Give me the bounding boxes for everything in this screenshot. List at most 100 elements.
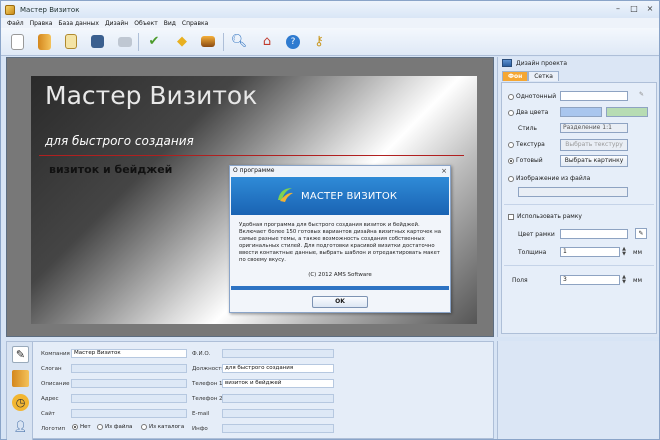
tab-background[interactable]: Фон: [502, 71, 529, 81]
company-input[interactable]: Мастер Визиток: [71, 349, 187, 358]
frame-color-field[interactable]: [560, 229, 628, 239]
dialog-close-button[interactable]: ×: [441, 166, 447, 176]
logo-catalog-radio[interactable]: [141, 424, 147, 430]
thickness-spinner[interactable]: ▲ ▼: [620, 247, 628, 257]
fio-input[interactable]: [222, 349, 334, 358]
logo-file-radio[interactable]: [97, 424, 103, 430]
phone1-input[interactable]: визиток и бейджей: [222, 379, 334, 388]
key-icon[interactable]: ⚷: [310, 33, 328, 51]
info-input[interactable]: [222, 424, 334, 433]
choose-texture-button[interactable]: Выбрать текстуру: [560, 139, 628, 151]
position-input[interactable]: для быстрого создания: [222, 364, 334, 373]
color-b-swatch[interactable]: [606, 107, 648, 117]
logo-file-option[interactable]: Из файла: [97, 424, 132, 430]
save-icon[interactable]: [91, 35, 104, 48]
background-settings: Однотонный ✎ Два цвета Стиль Разделение …: [501, 82, 657, 334]
card-subtitle-2[interactable]: визиток и бейджей: [49, 163, 172, 176]
texture-label: Текстура: [516, 141, 545, 148]
image-file-label: Изображение из файла: [516, 175, 591, 182]
image-icon[interactable]: [201, 36, 215, 47]
menu-edit[interactable]: Правка: [30, 20, 53, 27]
frame-color-pick-icon[interactable]: ✎: [635, 228, 647, 239]
description-input[interactable]: [71, 379, 187, 388]
contact-fields-panel: ✎ ◷ 👤︎ Компания Мастер Визиток Слоган Оп…: [6, 341, 494, 440]
dialog-banner-text: МАСТЕР ВИЗИТОК: [301, 190, 398, 202]
frame-color-label: Цвет рамки: [518, 231, 555, 238]
style-label: Стиль: [518, 125, 537, 132]
ready-option[interactable]: Готовый: [508, 157, 543, 164]
shapes-icon[interactable]: ◆: [173, 33, 191, 51]
thickness-unit: мм: [633, 249, 643, 256]
use-frame-checkbox[interactable]: [508, 213, 514, 220]
logo-file-label: Из файла: [105, 424, 133, 430]
dialog-accent-bar: [231, 286, 449, 290]
position-label: Должность: [192, 366, 225, 372]
menu-help[interactable]: Справка: [182, 20, 208, 27]
slogan-label: Слоган: [41, 366, 62, 372]
image-file-option[interactable]: Изображение из файла: [508, 175, 590, 182]
pick-color-icon[interactable]: ✎: [639, 91, 644, 98]
solid-radio[interactable]: [508, 93, 514, 100]
description-label: Описание: [41, 381, 70, 387]
clock-icon[interactable]: ◷: [12, 394, 29, 411]
close-button[interactable]: ×: [645, 4, 655, 14]
title-bar: Мастер Визиток – □ ×: [1, 1, 659, 18]
ok-button[interactable]: OK: [312, 296, 368, 308]
section-separator: [504, 265, 654, 266]
two-color-radio[interactable]: [508, 109, 514, 116]
logo-none-option[interactable]: Нет: [72, 424, 91, 430]
texture-radio[interactable]: [508, 141, 514, 148]
phone1-label: Телефон 1: [192, 381, 223, 387]
use-frame-option[interactable]: Использовать рамку: [508, 213, 582, 220]
email-input[interactable]: [222, 409, 334, 418]
menu-file[interactable]: Файл: [7, 20, 24, 27]
card-subtitle[interactable]: для быстрого создания: [45, 134, 194, 148]
solid-label: Однотонный: [516, 93, 557, 100]
help-icon[interactable]: ?: [286, 34, 300, 49]
margins-input[interactable]: 3: [560, 275, 620, 285]
texture-option[interactable]: Текстура: [508, 141, 545, 148]
site-input[interactable]: [71, 409, 187, 418]
slogan-input[interactable]: [71, 364, 187, 373]
menu-view[interactable]: Вид: [164, 20, 176, 27]
address-input[interactable]: [71, 394, 187, 403]
side-toolbar: ✎ ◷ 👤︎: [7, 342, 33, 440]
minimize-button[interactable]: –: [613, 4, 623, 14]
color-a-swatch[interactable]: [560, 107, 602, 117]
app-window: Мастер Визиток – □ × Файл Правка База да…: [0, 0, 660, 440]
thickness-input[interactable]: 1: [560, 247, 620, 257]
catalog-icon[interactable]: [12, 370, 29, 387]
new-icon[interactable]: [11, 33, 24, 50]
image-file-radio[interactable]: [508, 175, 514, 182]
home-icon[interactable]: ⌂: [258, 33, 276, 51]
open-book-icon[interactable]: [38, 33, 51, 50]
dialog-banner: МАСТЕР ВИЗИТОК: [231, 177, 449, 215]
edit-card-icon[interactable]: ✎: [12, 346, 29, 363]
menu-design[interactable]: Дизайн: [105, 20, 128, 27]
maximize-button[interactable]: □: [629, 4, 639, 14]
solid-color-field[interactable]: [560, 91, 628, 101]
menu-database[interactable]: База данных: [58, 20, 99, 27]
zoom-icon[interactable]: 🔍︎: [230, 33, 248, 51]
logo-catalog-option[interactable]: Из каталога: [141, 424, 184, 430]
template-icon[interactable]: [65, 34, 77, 49]
about-dialog: О программе × МАСТЕР ВИЗИТОК Удобная про…: [229, 165, 451, 313]
two-color-option[interactable]: Два цвета: [508, 109, 548, 116]
logo-none-radio[interactable]: [72, 424, 78, 430]
solid-option[interactable]: Однотонный: [508, 93, 556, 100]
choose-picture-button[interactable]: Выбрать картинку: [560, 155, 628, 167]
phone2-input[interactable]: [222, 394, 334, 403]
margins-spinner[interactable]: ▲ ▼: [620, 275, 628, 285]
image-file-path[interactable]: [518, 187, 628, 197]
card-title[interactable]: Мастер Визиток: [45, 81, 257, 110]
email-label: E-mail: [192, 411, 210, 417]
ready-radio[interactable]: [508, 157, 514, 164]
menu-object[interactable]: Объект: [134, 20, 157, 27]
tab-grid[interactable]: Сетка: [528, 71, 559, 81]
check-icon[interactable]: ✔: [145, 33, 163, 51]
style-select[interactable]: Разделение 1:1: [560, 123, 628, 133]
print-icon[interactable]: [118, 36, 132, 47]
design-panel-icon: [502, 59, 512, 67]
design-panel: Дизайн проекта Фон Сетка Однотонный ✎ Дв…: [497, 57, 659, 337]
user-icon[interactable]: 👤︎: [12, 418, 29, 435]
